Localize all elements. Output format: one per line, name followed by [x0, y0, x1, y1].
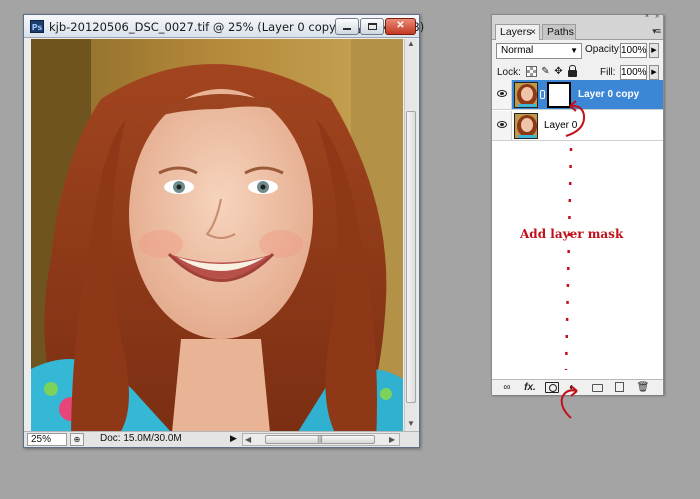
layer-name[interactable]: Layer 0 — [544, 120, 577, 131]
vertical-scroll-thumb[interactable] — [406, 111, 416, 403]
layer-thumbnail-image — [515, 114, 537, 138]
tab-paths-label: Paths — [547, 26, 574, 38]
scroll-down-icon[interactable]: ▼ — [407, 419, 415, 428]
lock-position-icon[interactable]: ✥ — [553, 66, 564, 77]
eye-icon — [497, 90, 507, 97]
layer-visibility-toggle[interactable] — [492, 111, 512, 140]
tab-layers-label: Layers — [500, 26, 532, 38]
fill-stepper-icon[interactable]: ▶ — [649, 65, 659, 80]
fill-field[interactable]: 100% — [620, 65, 647, 80]
vertical-scrollbar[interactable]: ▲ ▼ — [404, 39, 417, 431]
opacity-stepper-icon[interactable]: ▶ — [649, 43, 659, 58]
lock-label: Lock: — [497, 67, 521, 78]
layer-row-layer-0-copy[interactable]: Layer 0 copy — [492, 80, 663, 110]
tab-layers[interactable]: Layers × — [495, 24, 540, 40]
trash-icon[interactable]: 🗑 — [636, 382, 650, 393]
zoom-level-field[interactable]: 25% — [27, 433, 67, 446]
status-menu-arrow-icon[interactable]: ▶ — [230, 433, 237, 444]
mask-link-icon[interactable] — [540, 90, 545, 99]
layer-thumbnail[interactable] — [514, 113, 538, 139]
layer-mask-thumbnail[interactable] — [547, 82, 571, 108]
maximize-icon — [367, 23, 377, 30]
photoshop-app-icon: Ps — [30, 20, 44, 33]
layer-thumbnail[interactable] — [514, 82, 538, 108]
horizontal-scrollbar[interactable]: ◀ ||| ▶ — [242, 433, 400, 446]
fx-icon[interactable]: fx. — [521, 382, 539, 393]
portrait-photo — [31, 39, 403, 443]
layers-panel-toolbar: ∞ fx. ◐ 🗑 — [492, 379, 663, 395]
opacity-field[interactable]: 100% — [620, 43, 647, 58]
document-window: Ps kjb-20120506_DSC_0027.tif @ 25% (Laye… — [23, 14, 424, 448]
maximize-button[interactable] — [360, 18, 384, 35]
lock-image-pixels-icon[interactable]: ✎ — [540, 66, 551, 77]
opacity-label: Opacity: — [585, 44, 622, 55]
chevron-down-icon: ▼ — [570, 46, 578, 55]
panel-header-strip[interactable]: » × — [492, 13, 663, 23]
scroll-right-icon[interactable]: ▶ — [389, 435, 395, 444]
lock-transparent-pixels-icon[interactable] — [526, 66, 537, 77]
lock-all-icon[interactable] — [568, 65, 577, 77]
minimize-button[interactable] — [335, 18, 359, 35]
close-button[interactable]: ✕ — [385, 18, 416, 35]
layer-name[interactable]: Layer 0 copy — [578, 89, 639, 100]
layer-visibility-toggle[interactable] — [492, 80, 512, 109]
panel-menu-icon[interactable]: ▾≡ — [652, 26, 661, 37]
image-canvas[interactable] — [31, 39, 403, 443]
scroll-up-icon[interactable]: ▲ — [407, 39, 415, 48]
scroll-left-icon[interactable]: ◀ — [245, 435, 251, 444]
status-info-icon[interactable]: ⊕ — [70, 433, 84, 446]
close-icon: ✕ — [396, 20, 405, 31]
adjustment-layer-icon[interactable]: ◐ — [565, 382, 579, 393]
blend-mode-select[interactable]: Normal ▼ — [496, 43, 582, 59]
new-group-icon[interactable] — [592, 384, 603, 392]
lock-options-row: Lock: ✎ ✥ Fill: 100% ▶ — [492, 62, 663, 82]
add-layer-mask-icon[interactable] — [545, 382, 559, 393]
document-size-info: Doc: 15.0M/30.0M — [100, 433, 182, 444]
document-titlebar[interactable]: Ps kjb-20120506_DSC_0027.tif @ 25% (Laye… — [24, 15, 424, 38]
link-icon[interactable]: ∞ — [500, 382, 514, 393]
new-layer-icon[interactable] — [615, 382, 624, 392]
minimize-icon — [343, 28, 351, 30]
layers-panel: » × Layers × Paths ▾≡ Normal ▼ Opacity: … — [491, 13, 664, 395]
document-status-bar: 25% ⊕ Doc: 15.0M/30.0M ▶ ◀ ||| ▶ — [24, 431, 419, 447]
fill-label: Fill: — [600, 67, 616, 78]
blend-mode-value: Normal — [501, 45, 534, 56]
collapse-panel-icon[interactable]: » — [655, 13, 659, 20]
tab-close-icon[interactable]: × — [530, 25, 536, 40]
eye-icon — [497, 121, 507, 128]
tab-paths[interactable]: Paths — [542, 24, 576, 40]
horizontal-scroll-thumb[interactable]: ||| — [265, 435, 375, 444]
panel-close-icon[interactable]: × — [645, 13, 649, 20]
panel-tab-row: Layers × Paths ▾≡ — [492, 23, 663, 40]
layer-thumbnail-image — [515, 83, 537, 107]
blend-options-row: Normal ▼ Opacity: 100% ▶ — [492, 40, 663, 62]
annotation-label: Add layer mask — [520, 227, 624, 241]
layer-row-layer-0[interactable]: Layer 0 — [492, 111, 663, 141]
